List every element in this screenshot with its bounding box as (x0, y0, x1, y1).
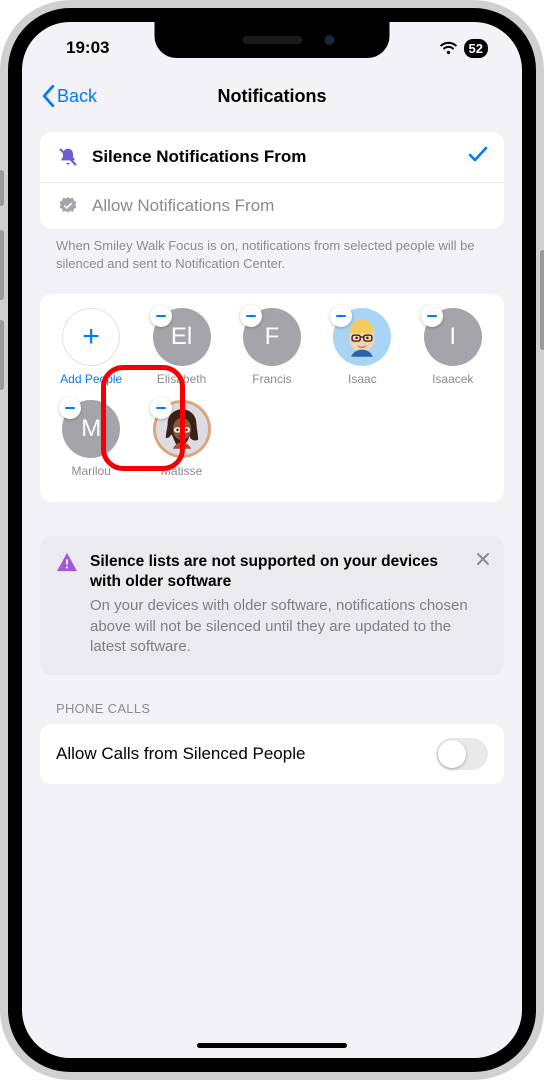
bell-slash-icon (56, 147, 80, 167)
add-people-button[interactable]: + Add People (46, 308, 136, 386)
remove-person-icon[interactable] (240, 305, 262, 327)
nav-bar: Back Notifications (22, 72, 522, 120)
person-name: Marilou (72, 464, 111, 478)
wifi-icon (439, 41, 458, 55)
person-item[interactable]: Matisse (136, 400, 226, 478)
back-button[interactable]: Back (42, 85, 97, 107)
person-name: Isaacek (432, 372, 473, 386)
remove-person-icon[interactable] (421, 305, 443, 327)
allow-calls-label: Allow Calls from Silenced People (56, 744, 305, 764)
person-name: Francis (252, 372, 291, 386)
warning-banner: Silence lists are not supported on your … (40, 536, 504, 675)
person-item[interactable]: Isaac (317, 308, 407, 386)
allow-calls-switch[interactable] (436, 738, 488, 770)
option-silence[interactable]: Silence Notifications From (40, 132, 504, 183)
person-name: Matisse (161, 464, 202, 478)
person-item[interactable]: MMarilou (46, 400, 136, 478)
option-silence-label: Silence Notifications From (92, 147, 468, 167)
person-item[interactable]: ElElisabeth (136, 308, 226, 386)
option-allow[interactable]: Allow Notifications From (40, 183, 504, 229)
notch (155, 22, 390, 58)
page-title: Notifications (217, 86, 326, 107)
person-item[interactable]: FFrancis (227, 308, 317, 386)
person-item[interactable]: IIsaacek (408, 308, 498, 386)
status-time: 19:03 (66, 38, 109, 58)
phone-calls-header: PHONE CALLS (56, 701, 488, 716)
allow-calls-row[interactable]: Allow Calls from Silenced People (40, 724, 504, 784)
plus-icon: + (62, 308, 120, 366)
close-icon[interactable] (476, 550, 490, 571)
notification-mode-card: Silence Notifications From Allow Notific… (40, 132, 504, 229)
person-name: Isaac (348, 372, 377, 386)
checkmark-icon (468, 145, 488, 169)
warning-title: Silence lists are not supported on your … (90, 552, 488, 592)
person-name: Elisabeth (157, 372, 206, 386)
badge-check-icon (56, 196, 80, 216)
people-card: + Add People ElElisabethFFrancis Isaac IIsa… (40, 294, 504, 502)
add-people-label: Add People (60, 372, 122, 386)
mode-explainer: When Smiley Walk Focus is on, notificati… (40, 229, 504, 272)
option-allow-label: Allow Notifications From (92, 196, 488, 216)
battery-indicator: 52 (464, 39, 488, 58)
home-indicator[interactable] (197, 1043, 347, 1048)
remove-person-icon[interactable] (150, 397, 172, 419)
warning-triangle-icon (56, 552, 78, 657)
warning-desc: On your devices with older software, not… (90, 596, 488, 657)
back-label: Back (57, 86, 97, 107)
remove-person-icon[interactable] (150, 305, 172, 327)
